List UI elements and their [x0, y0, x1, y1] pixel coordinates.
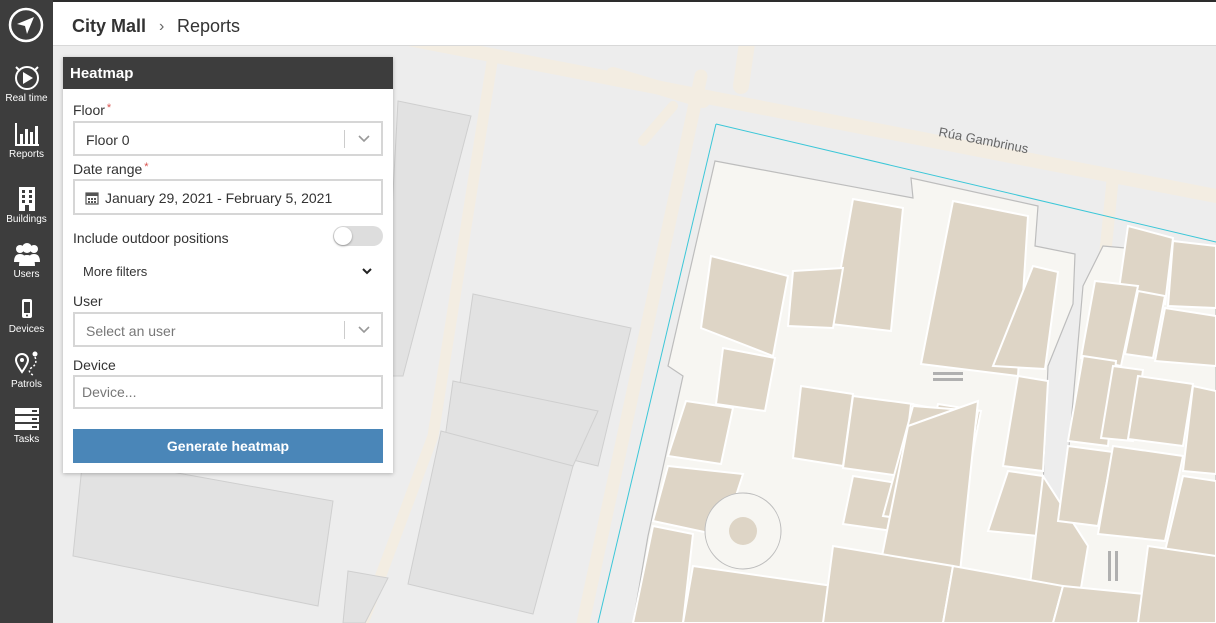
breadcrumb-separator: › — [159, 18, 165, 35]
outdoor-positions-toggle[interactable] — [333, 226, 383, 246]
sidebar-item-buildings[interactable]: Buildings — [0, 185, 53, 235]
sidebar-item-tasks[interactable]: Tasks — [0, 405, 53, 455]
toggle-knob — [334, 227, 352, 245]
mobile-device-icon — [21, 299, 32, 318]
sidebar-item-label: Tasks — [13, 434, 40, 445]
top-header: City Mall › Reports — [53, 0, 1216, 46]
breadcrumb-current: Reports — [177, 16, 241, 36]
calendar-icon — [85, 192, 99, 205]
floor-select[interactable]: Floor 0 — [73, 121, 383, 156]
task-list-icon — [14, 408, 39, 430]
breadcrumb-home[interactable]: City Mall — [72, 16, 146, 37]
date-range-value: January 29, 2021 - February 5, 2021 — [105, 190, 333, 206]
date-range-picker[interactable]: January 29, 2021 - February 5, 2021 — [73, 179, 383, 215]
app-root: Real time Reports Buildings Users Device… — [0, 0, 1216, 623]
route-pin-icon — [14, 351, 37, 376]
panel-title: Heatmap — [63, 57, 393, 89]
sidebar-item-patrols[interactable]: Patrols — [0, 350, 53, 400]
sidebar-item-label: Real time — [5, 93, 48, 104]
date-range-label: Date range * — [73, 161, 149, 177]
bar-chart-icon — [14, 123, 39, 146]
floor-label: Floor * — [73, 102, 112, 118]
sidebar-item-label: Users — [13, 269, 40, 280]
sidebar-item-users[interactable]: Users — [0, 240, 53, 290]
sidebar-item-label: Buildings — [6, 214, 47, 225]
heatmap-panel: Heatmap Floor * Floor 0 Date range * Janua… — [63, 57, 393, 473]
outdoor-toggle-label: Include outdoor positions — [73, 230, 229, 246]
sidebar-item-label: Patrols — [10, 379, 43, 390]
generate-heatmap-button[interactable]: Generate heatmap — [73, 429, 383, 463]
floor-select-value: Floor 0 — [86, 132, 130, 148]
required-mark: * — [106, 102, 112, 114]
sidebar-item-real-time[interactable]: Real time — [0, 64, 53, 114]
building-icon — [18, 187, 35, 211]
more-filters-toggle[interactable]: More filters — [73, 257, 383, 285]
chevron-down-icon[interactable] — [357, 323, 371, 337]
more-filters-label: More filters — [83, 264, 148, 279]
user-select-placeholder: Select an user — [86, 323, 176, 339]
user-label: User — [73, 293, 103, 309]
chevron-down-icon[interactable] — [357, 132, 371, 146]
device-label: Device — [73, 357, 116, 373]
sidebar: Real time Reports Buildings Users Device… — [0, 0, 53, 623]
sidebar-item-devices[interactable]: Devices — [0, 295, 53, 345]
navigation-arrow-icon[interactable] — [8, 7, 44, 43]
sidebar-item-label: Reports — [8, 149, 44, 160]
chevron-down-icon — [362, 268, 372, 275]
sidebar-item-reports[interactable]: Reports — [0, 120, 53, 170]
select-divider — [344, 130, 345, 148]
device-input[interactable] — [73, 375, 383, 409]
required-mark: * — [144, 161, 149, 173]
user-select[interactable]: Select an user — [73, 312, 383, 347]
play-radar-icon — [14, 66, 39, 90]
users-icon — [13, 243, 40, 266]
sidebar-item-label: Devices — [8, 324, 45, 335]
select-divider — [344, 321, 345, 339]
